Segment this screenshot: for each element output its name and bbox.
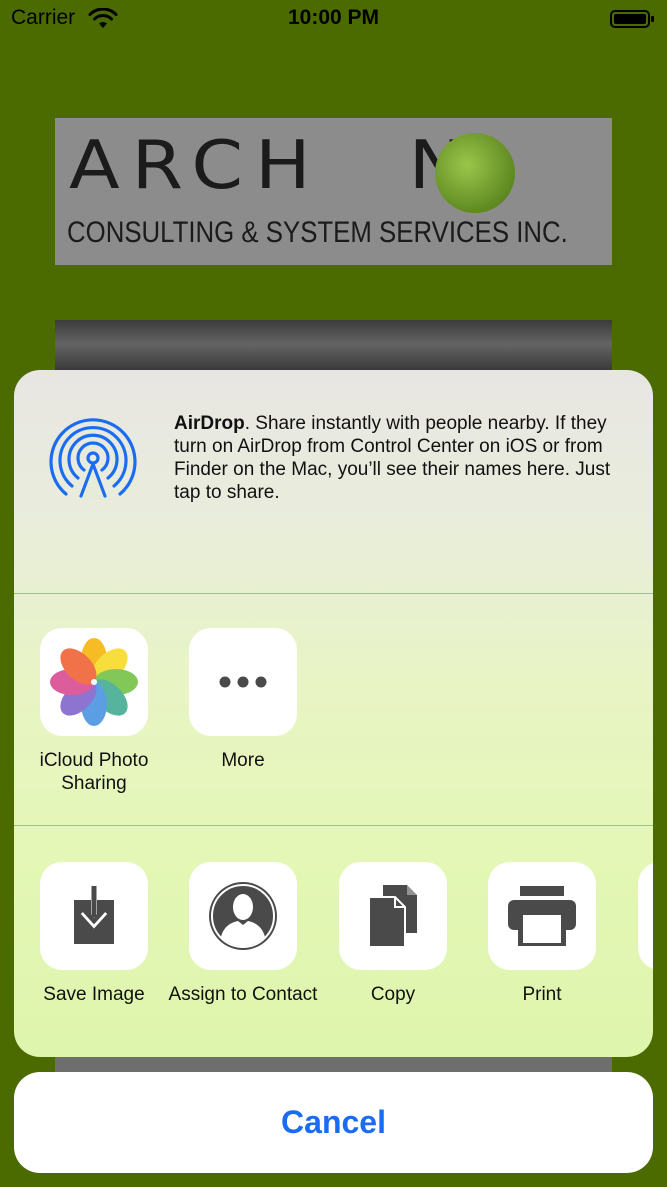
photos-tile	[40, 628, 148, 736]
divider-apps	[14, 825, 653, 826]
cancel-button[interactable]: Cancel	[14, 1072, 653, 1173]
action-label: Save Image	[43, 984, 145, 1005]
print-icon	[508, 886, 576, 946]
action-label: Assign to Contact	[168, 984, 318, 1005]
actions-row: Save Image Assign to Contact Copy Print	[14, 862, 653, 1052]
action-label: Copy	[370, 984, 416, 1005]
status-bar: Carrier 10:00 PM	[0, 0, 667, 40]
action-save-image[interactable]: Save Image	[19, 862, 169, 1006]
contact-tile	[189, 862, 297, 970]
airdrop-section[interactable]: AirDrop. Share instantly with people nea…	[14, 370, 653, 593]
more-icon	[219, 676, 267, 688]
action-assign-to-contact[interactable]: Assign to Contact	[168, 862, 318, 1006]
save-image-tile	[40, 862, 148, 970]
share-apps-row: iCloud Photo Sharing More	[14, 628, 653, 828]
airdrop-icon	[49, 418, 137, 500]
more-tile	[189, 628, 297, 736]
archon-logo: ARCHN CONSULTING & SYSTEM SERVICES INC.	[55, 118, 612, 265]
copy-tile	[339, 862, 447, 970]
divider-airdrop	[14, 593, 653, 594]
airdrop-title: AirDrop	[174, 413, 245, 434]
contact-icon	[209, 882, 277, 950]
action-partial[interactable]: Sa	[617, 862, 653, 1006]
action-label: Sa	[617, 983, 653, 1006]
logo-subtitle: CONSULTING & SYSTEM SERVICES INC.	[67, 216, 568, 249]
share-app-icloud-photo-sharing[interactable]: iCloud Photo Sharing	[19, 628, 169, 795]
logo-title: ARCHN	[69, 126, 464, 204]
share-app-label: iCloud Photo Sharing	[39, 750, 149, 794]
action-label: Print	[522, 984, 562, 1005]
battery-icon	[610, 10, 654, 28]
save-image-icon	[74, 886, 114, 944]
share-app-label: More	[221, 750, 265, 771]
copy-icon	[368, 885, 417, 948]
airdrop-description: AirDrop. Share instantly with people nea…	[174, 413, 611, 503]
share-sheet: AirDrop. Share instantly with people nea…	[14, 370, 653, 1057]
photos-icon	[50, 638, 138, 726]
share-app-more[interactable]: More	[168, 628, 318, 772]
partial-tile	[638, 862, 653, 970]
clock: 10:00 PM	[287, 6, 380, 29]
action-print[interactable]: Print	[467, 862, 617, 1006]
logo-circle	[435, 133, 515, 213]
print-tile	[488, 862, 596, 970]
action-copy[interactable]: Copy	[318, 862, 468, 1006]
